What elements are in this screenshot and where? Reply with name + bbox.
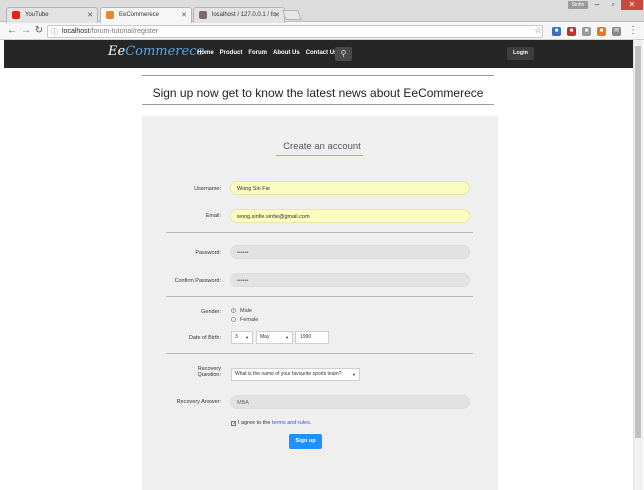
chevron-down-icon: ▼: [245, 335, 249, 340]
page-info-icon[interactable]: ⓘ: [51, 27, 58, 38]
gender-female-radio[interactable]: [231, 317, 236, 322]
dob-month-value: May: [260, 334, 270, 340]
agree-suffix: .: [309, 420, 312, 426]
chevron-down-icon: ▼: [352, 372, 356, 377]
window-close-button[interactable]: ✕: [621, 0, 643, 10]
recovery-question-value: What is the name of your favourite sport…: [235, 371, 342, 377]
username-field[interactable]: Wong Sin Fie: [230, 181, 470, 195]
tab-eecommerece[interactable]: EeCommerece ✕: [100, 7, 192, 23]
tab-phpmyadmin[interactable]: localhost / 127.0.0.1 / fo ✕: [193, 7, 285, 23]
address-bar[interactable]: ⓘ localhost/forum-tutorial/register: [47, 25, 543, 38]
browser-menu-icon[interactable]: ⋮: [627, 25, 639, 37]
confirm-password-label: Confirm Password:: [174, 278, 221, 284]
gender-male-label: Male: [240, 308, 252, 314]
headline-bottom-rule: [142, 104, 494, 105]
gender-female-label: Female: [240, 317, 259, 323]
bookmark-star-icon[interactable]: ☆: [534, 25, 542, 36]
recovery-question-label-line2: Question:: [197, 372, 221, 378]
extension-mail-icon[interactable]: ✉: [612, 27, 621, 36]
nav-contact-us[interactable]: Contact Us: [306, 50, 338, 56]
form-title: Create an account: [283, 141, 361, 152]
tab-eecommerece-title: EeCommerece: [119, 12, 160, 18]
form-title-underline: [276, 155, 363, 156]
eecommerece-favicon-icon: [106, 11, 114, 19]
gender-label: Gender:: [201, 309, 221, 315]
section-divider: [166, 232, 473, 233]
recovery-answer-field[interactable]: MBA: [230, 395, 470, 409]
address-path: /forum-tutorial/register: [89, 28, 159, 35]
headline-top-rule: [142, 75, 494, 76]
forward-arrow-icon[interactable]: →: [20, 25, 32, 37]
extension-blue-icon[interactable]: ■: [552, 27, 561, 36]
section-divider: [166, 296, 473, 297]
gender-male-radio[interactable]: [231, 308, 236, 313]
nav-about-us[interactable]: About Us: [273, 50, 300, 56]
nav-links: Home Product Forum About Us Contact Us: [197, 50, 337, 56]
section-divider: [166, 353, 473, 354]
page-scrollbar-thumb[interactable]: [635, 46, 641, 438]
browser-titlebar: YouTube ✕ EeCommerece ✕ localhost / 127.…: [0, 0, 644, 23]
confirm-password-field[interactable]: ••••••: [230, 273, 470, 287]
login-button[interactable]: Login: [507, 47, 534, 60]
agree-prefix: I agree to the: [238, 420, 272, 426]
youtube-favicon-icon: [12, 11, 20, 19]
dob-year-input[interactable]: 1990: [295, 331, 329, 344]
extension-grey-icon[interactable]: ■: [582, 27, 591, 36]
agree-text: I agree to the terms and rules.: [238, 420, 311, 426]
page-headline: Sign up now get to know the latest news …: [152, 86, 484, 100]
new-tab-button[interactable]: [282, 10, 302, 20]
dob-label: Date of Birth:: [188, 335, 221, 341]
back-arrow-icon[interactable]: ←: [6, 25, 18, 37]
logo-part-ee: Ee: [108, 44, 126, 59]
tab-youtube[interactable]: YouTube ✕: [6, 7, 98, 23]
dob-month-select[interactable]: May ▼: [256, 331, 293, 344]
nav-product[interactable]: Product: [220, 50, 243, 56]
reload-icon[interactable]: ↻: [33, 25, 45, 37]
user-profile-badge[interactable]: Sinfie: [568, 1, 588, 9]
email-label: Email:: [205, 213, 221, 219]
chevron-down-icon: ▼: [285, 335, 289, 340]
phpmyadmin-favicon-icon: [199, 11, 207, 19]
recovery-answer-label: Recovery Answer:: [176, 399, 221, 405]
sign-up-button[interactable]: Sign up: [289, 434, 322, 449]
password-label: Password:: [195, 250, 221, 256]
close-tab-icon[interactable]: ✕: [87, 11, 93, 19]
nav-home[interactable]: Home: [197, 50, 214, 56]
recovery-question-label: Recovery Question:: [100, 366, 221, 378]
site-logo[interactable]: EeCommerece: [108, 44, 204, 59]
close-tab-icon[interactable]: ✕: [274, 11, 280, 19]
address-host: localhost: [62, 28, 90, 35]
dob-day-value: 3: [235, 334, 238, 340]
dob-day-select[interactable]: 3 ▼: [231, 331, 253, 344]
terms-link[interactable]: terms and rules: [272, 420, 310, 426]
tab-phpmyadmin-title: localhost / 127.0.0.1 / fo: [212, 12, 276, 18]
recovery-question-select[interactable]: What is the name of your favourite sport…: [231, 368, 360, 381]
dob-year-value: 1990: [300, 334, 312, 340]
email-field[interactable]: wong.sinfie.sinfie@gmail.com: [230, 209, 470, 223]
extension-red-icon[interactable]: ■: [567, 27, 576, 36]
tab-youtube-title: YouTube: [25, 12, 49, 18]
logo-part-commerece: Commerece: [125, 44, 205, 59]
maximize-button[interactable]: ▫: [604, 0, 622, 10]
close-tab-icon[interactable]: ✕: [181, 11, 187, 19]
browser-toolbar: ← → ↻ ⓘ localhost/forum-tutorial/registe…: [0, 23, 644, 40]
password-field[interactable]: ••••••: [230, 245, 470, 259]
extension-orange-icon[interactable]: ■: [597, 27, 606, 36]
search-icon[interactable]: ⚲: [335, 47, 352, 61]
site-navbar: EeCommerece Home Product Forum About Us …: [4, 40, 636, 68]
agree-checkbox[interactable]: ✓: [231, 421, 236, 427]
username-label: Username:: [194, 186, 221, 192]
nav-forum[interactable]: Forum: [248, 50, 267, 56]
